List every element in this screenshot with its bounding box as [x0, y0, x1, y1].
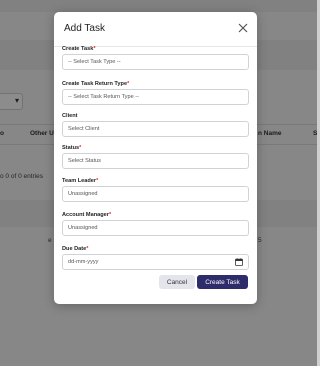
create-task-group: Create Task* -- Select Task Type -- [62, 45, 249, 70]
account-manager-value: Unassigned [68, 225, 98, 231]
client-select[interactable]: Select Client [62, 121, 249, 137]
create-task-placeholder: -- Select Task Type -- [68, 59, 121, 65]
team-leader-label: Team Leader* [62, 178, 99, 184]
calendar-icon[interactable] [235, 258, 243, 266]
close-icon [238, 23, 248, 33]
status-placeholder: Select Status [68, 158, 101, 164]
account-manager-label: Account Manager* [62, 212, 112, 218]
return-type-group: Create Task Return Type* -- Select Task … [62, 80, 249, 105]
status-select[interactable]: Select Status [62, 153, 249, 169]
status-group: Status* Select Status [62, 144, 249, 169]
account-manager-select[interactable]: Unassigned [62, 220, 249, 236]
team-leader-value: Unassigned [68, 191, 98, 197]
add-task-modal: Add Task Create Task* -- Select Task Typ… [54, 12, 257, 304]
due-date-label: Due Date* [62, 246, 89, 252]
account-manager-group: Account Manager* Unassigned [62, 211, 249, 236]
client-label: Client [62, 113, 78, 119]
modal-title: Add Task [64, 23, 105, 34]
client-group: Client Select Client [62, 112, 249, 137]
return-type-label: Create Task Return Type* [62, 81, 130, 87]
due-date-group: Due Date* dd-mm-yyyy [62, 245, 249, 270]
status-label: Status* [62, 145, 82, 151]
team-leader-select[interactable]: Unassigned [62, 186, 249, 202]
create-task-select[interactable]: -- Select Task Type -- [62, 54, 249, 70]
close-button[interactable] [235, 20, 251, 36]
due-date-placeholder: dd-mm-yyyy [68, 259, 99, 265]
client-placeholder: Select Client [68, 126, 100, 132]
create-task-button[interactable]: Create Task [197, 275, 248, 289]
return-type-placeholder: -- Select Task Return Type -- [68, 94, 139, 100]
modal-header: Add Task [54, 12, 257, 47]
return-type-select[interactable]: -- Select Task Return Type -- [62, 89, 249, 105]
create-task-label: Create Task* [62, 46, 96, 52]
team-leader-group: Team Leader* Unassigned [62, 177, 249, 202]
due-date-input[interactable]: dd-mm-yyyy [62, 254, 249, 270]
cancel-button[interactable]: Cancel [159, 275, 195, 289]
